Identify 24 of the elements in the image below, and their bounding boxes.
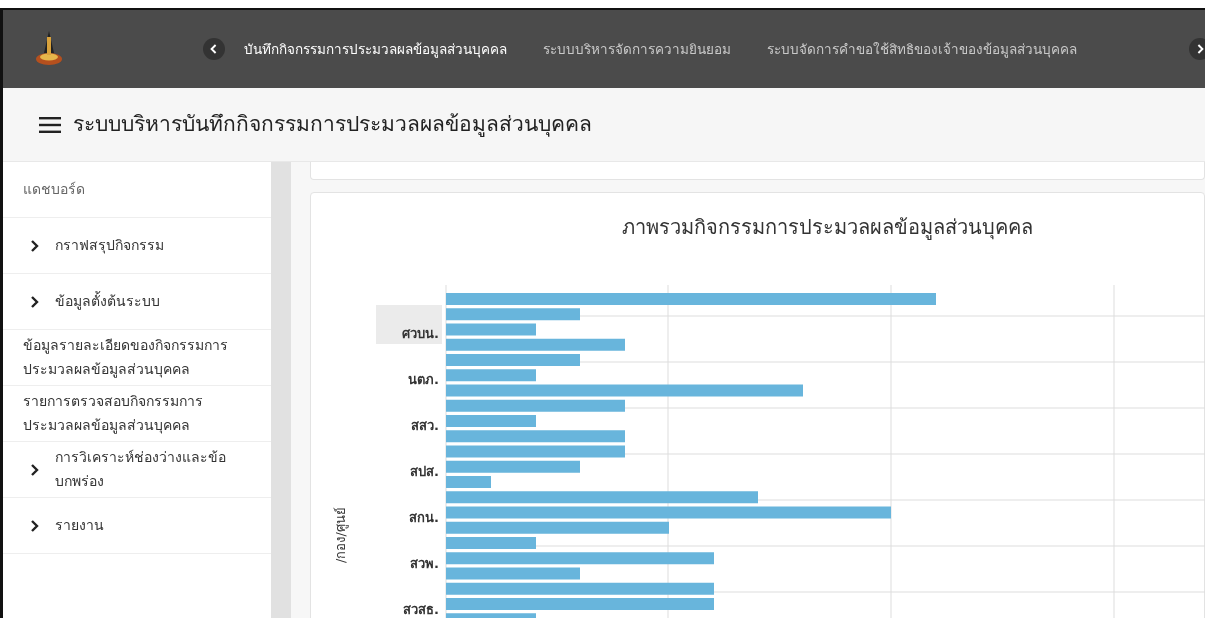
scroll-right-button[interactable] bbox=[1189, 38, 1205, 60]
axis-label: นตภ. bbox=[408, 372, 439, 387]
nav-tab[interactable]: ระบบบริหารจัดการความยินยอม bbox=[534, 38, 740, 60]
axis-label: สปส. bbox=[410, 464, 439, 479]
nav-tab[interactable]: บันทึกกิจกรรมการประมวลผลข้อมูลส่วนบุคคล bbox=[235, 38, 516, 60]
chevron-icon bbox=[210, 44, 218, 54]
chevron-icon bbox=[29, 295, 39, 308]
chevron-icon bbox=[29, 239, 39, 252]
axis-title: /กอง/ศูนย์ bbox=[332, 507, 350, 563]
axis-label: สวสธ. bbox=[403, 602, 439, 617]
chevron-icon bbox=[29, 519, 39, 532]
menu-icon[interactable] bbox=[39, 116, 61, 133]
nav-tab[interactable]: ระบบจัดการคำขอใช้สิทธิของเจ้าของข้อมูลส่วนบุคคล bbox=[758, 38, 1086, 60]
scrollbar-track[interactable] bbox=[271, 162, 291, 618]
chevron-icon bbox=[1196, 44, 1204, 54]
bar bbox=[446, 476, 491, 488]
axis-label: สกน. bbox=[409, 510, 439, 525]
page-title: ระบบบริหารบันทึกกิจกรรมการประมวลผลข้อมูลส่วนบุคคล bbox=[73, 111, 592, 138]
scroll-left-button[interactable] bbox=[203, 38, 225, 60]
axis-label: ศวบน. bbox=[402, 326, 439, 341]
axis-label: สวพ. bbox=[410, 556, 439, 571]
chart-title: ภาพรวมกิจกรรมการประมวลผลข้อมูลส่วนบุคคล bbox=[621, 214, 1034, 239]
axis-label: สสว. bbox=[411, 418, 439, 433]
chevron-icon bbox=[29, 463, 39, 476]
